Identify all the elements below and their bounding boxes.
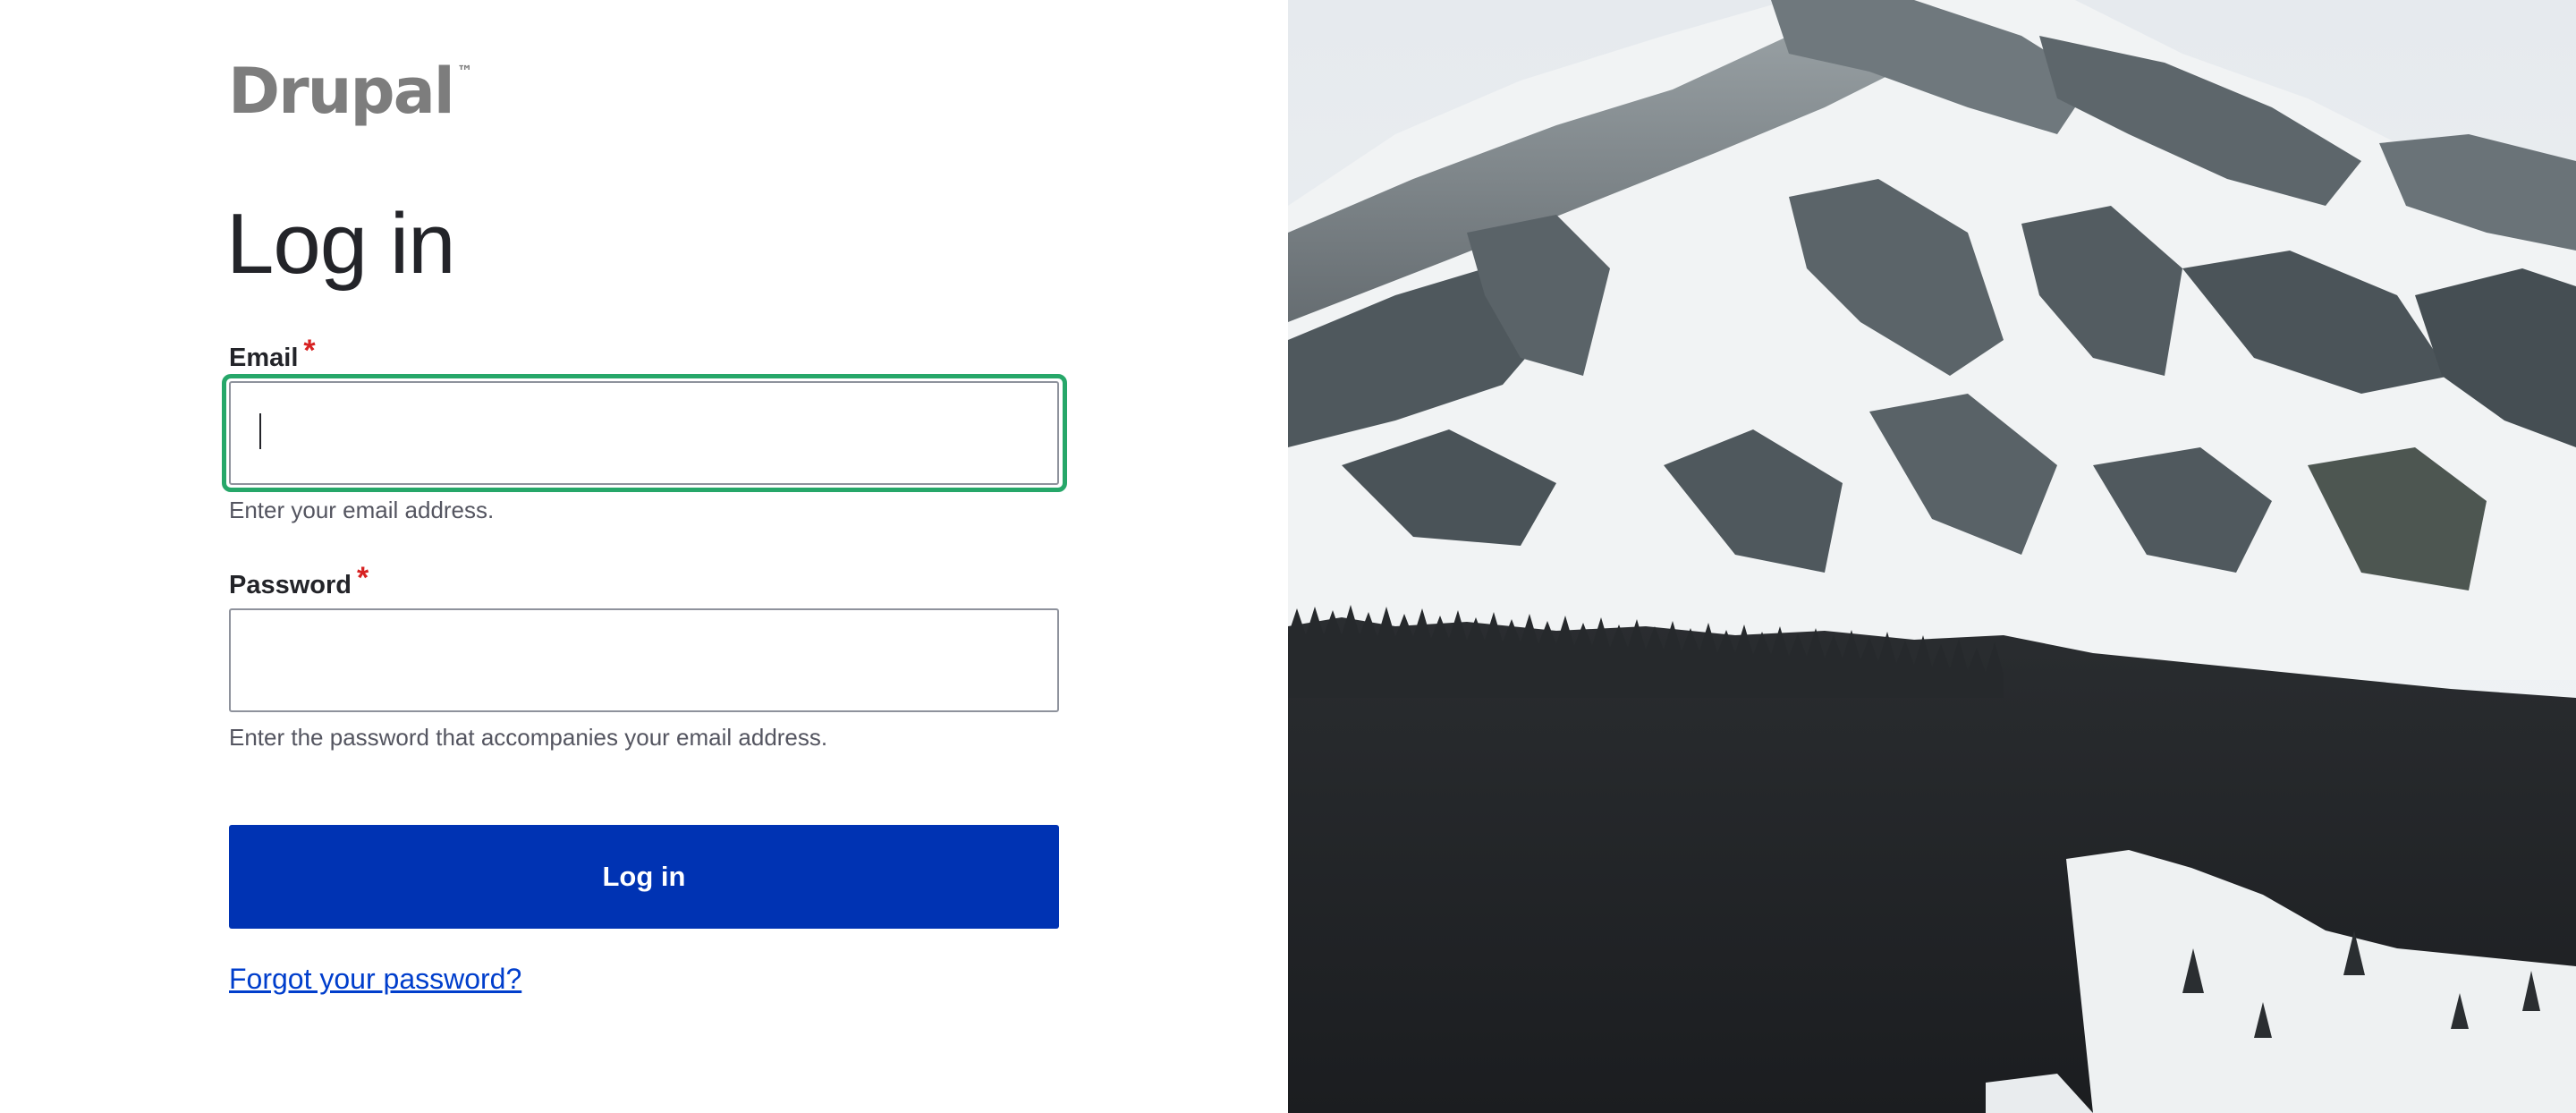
password-description: Enter the password that accompanies your… [229, 724, 828, 751]
login-button[interactable]: Log in [229, 825, 1059, 929]
email-field[interactable] [229, 381, 1059, 485]
drupal-logo: Drupal ™ [228, 55, 473, 127]
email-label-text: Email [229, 344, 299, 372]
password-label-text: Password [229, 571, 352, 599]
email-label: Email * [229, 335, 316, 374]
snowy-mountain-forest-photo [1288, 0, 2576, 1113]
background-image [1288, 0, 2576, 1113]
login-panel: Drupal ™ Log in Email * Enter your email … [0, 0, 1288, 1113]
forgot-password-link[interactable]: Forgot your password? [229, 961, 521, 997]
email-required-mark: * [303, 334, 316, 368]
logo-trademark: ™ [456, 63, 473, 81]
email-description: Enter your email address. [229, 497, 495, 523]
password-field[interactable] [229, 608, 1059, 712]
login-page: Drupal ™ Log in Email * Enter your email … [0, 0, 2576, 1113]
password-required-mark: * [357, 561, 369, 595]
logo-wordmark: Drupal [228, 55, 455, 128]
text-caret [259, 413, 261, 449]
password-label: Password * [229, 562, 369, 601]
page-title: Log in [226, 196, 456, 292]
